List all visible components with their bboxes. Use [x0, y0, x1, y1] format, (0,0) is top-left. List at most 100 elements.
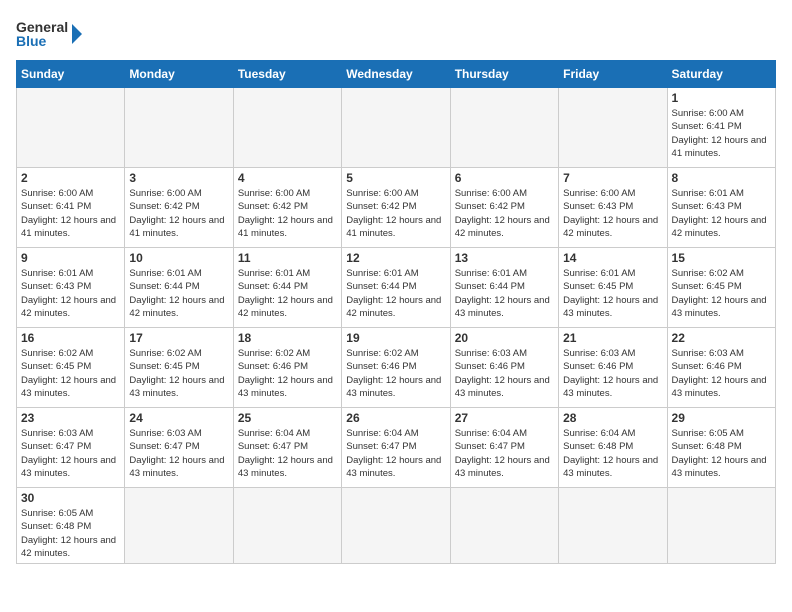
day-number: 15: [672, 251, 771, 265]
day-number: 30: [21, 491, 120, 505]
day-header-wednesday: Wednesday: [342, 61, 450, 88]
calendar-cell: 1Sunrise: 6:00 AMSunset: 6:41 PMDaylight…: [667, 88, 775, 168]
day-info: Sunrise: 6:04 AMSunset: 6:48 PMDaylight:…: [563, 427, 662, 480]
calendar-cell: 16 Sunrise: 6:02 AMSunset: 6:45 PMDayligh…: [17, 328, 125, 408]
calendar-cell: [233, 88, 341, 168]
calendar-cell: 10 Sunrise: 6:01 AMSunset: 6:44 PMDayligh…: [125, 248, 233, 328]
calendar-cell: [559, 88, 667, 168]
calendar-cell: [342, 88, 450, 168]
day-number: 12: [346, 251, 445, 265]
calendar-cell: 11 Sunrise: 6:01 AMSunset: 6:44 PMDayligh…: [233, 248, 341, 328]
day-number: 14: [563, 251, 662, 265]
calendar-cell: 19Sunrise: 6:02 AMSunset: 6:46 PMDayligh…: [342, 328, 450, 408]
day-info: Sunrise: 6:03 AMSunset: 6:46 PMDaylight:…: [455, 347, 554, 400]
day-header-friday: Friday: [559, 61, 667, 88]
calendar-cell: [17, 88, 125, 168]
calendar-cell: [233, 488, 341, 564]
calendar-cell: [667, 488, 775, 564]
day-header-sunday: Sunday: [17, 61, 125, 88]
day-info: Sunrise: 6:02 AMSunset: 6:45 PMDaylight:…: [21, 347, 120, 400]
day-number: 20: [455, 331, 554, 345]
day-number: 8: [672, 171, 771, 185]
week-row-0: 1Sunrise: 6:00 AMSunset: 6:41 PMDaylight…: [17, 88, 776, 168]
day-info: Sunrise: 6:01 AMSunset: 6:43 PMDaylight:…: [21, 267, 120, 320]
day-info: Sunrise: 6:03 AMSunset: 6:47 PMDaylight:…: [21, 427, 120, 480]
calendar-cell: 15Sunrise: 6:02 AMSunset: 6:45 PMDayligh…: [667, 248, 775, 328]
day-info: Sunrise: 6:04 AMSunset: 6:47 PMDaylight:…: [238, 427, 337, 480]
day-info: Sunrise: 6:01 AMSunset: 6:44 PMDaylight:…: [346, 267, 445, 320]
calendar-header: SundayMondayTuesdayWednesdayThursdayFrid…: [17, 61, 776, 88]
day-info: Sunrise: 6:02 AMSunset: 6:45 PMDaylight:…: [129, 347, 228, 400]
logo-svg: GeneralBlue: [16, 16, 86, 52]
day-number: 10: [129, 251, 228, 265]
day-number: 16: [21, 331, 120, 345]
page-header: GeneralBlue: [16, 16, 776, 52]
calendar-cell: 2Sunrise: 6:00 AMSunset: 6:41 PMDaylight…: [17, 168, 125, 248]
calendar-cell: 7 Sunrise: 6:00 AMSunset: 6:43 PMDaylight…: [559, 168, 667, 248]
day-info: Sunrise: 6:03 AMSunset: 6:46 PMDaylight:…: [672, 347, 771, 400]
calendar-cell: 9 Sunrise: 6:01 AMSunset: 6:43 PMDaylight…: [17, 248, 125, 328]
calendar-cell: 22 Sunrise: 6:03 AMSunset: 6:46 PMDayligh…: [667, 328, 775, 408]
calendar-cell: 30 Sunrise: 6:05 AMSunset: 6:48 PMDayligh…: [17, 488, 125, 564]
calendar-cell: 6Sunrise: 6:00 AMSunset: 6:42 PMDaylight…: [450, 168, 558, 248]
week-row-5: 30 Sunrise: 6:05 AMSunset: 6:48 PMDayligh…: [17, 488, 776, 564]
day-info: Sunrise: 6:00 AMSunset: 6:42 PMDaylight:…: [238, 187, 337, 240]
calendar-cell: [125, 488, 233, 564]
day-number: 13: [455, 251, 554, 265]
calendar-body: 1Sunrise: 6:00 AMSunset: 6:41 PMDaylight…: [17, 88, 776, 564]
day-info: Sunrise: 6:01 AMSunset: 6:44 PMDaylight:…: [455, 267, 554, 320]
calendar-cell: 25 Sunrise: 6:04 AMSunset: 6:47 PMDayligh…: [233, 408, 341, 488]
day-info: Sunrise: 6:04 AMSunset: 6:47 PMDaylight:…: [346, 427, 445, 480]
day-info: Sunrise: 6:00 AMSunset: 6:41 PMDaylight:…: [21, 187, 120, 240]
day-number: 25: [238, 411, 337, 425]
day-info: Sunrise: 6:04 AMSunset: 6:47 PMDaylight:…: [455, 427, 554, 480]
day-info: Sunrise: 6:05 AMSunset: 6:48 PMDaylight:…: [672, 427, 771, 480]
week-row-3: 16 Sunrise: 6:02 AMSunset: 6:45 PMDayligh…: [17, 328, 776, 408]
calendar-cell: 29 Sunrise: 6:05 AMSunset: 6:48 PMDayligh…: [667, 408, 775, 488]
logo: GeneralBlue: [16, 16, 86, 52]
day-number: 11: [238, 251, 337, 265]
day-info: Sunrise: 6:00 AMSunset: 6:41 PMDaylight:…: [672, 107, 771, 160]
day-info: Sunrise: 6:00 AMSunset: 6:42 PMDaylight:…: [129, 187, 228, 240]
week-row-1: 2Sunrise: 6:00 AMSunset: 6:41 PMDaylight…: [17, 168, 776, 248]
day-info: Sunrise: 6:01 AMSunset: 6:44 PMDaylight:…: [129, 267, 228, 320]
day-number: 9: [21, 251, 120, 265]
day-number: 27: [455, 411, 554, 425]
day-header-monday: Monday: [125, 61, 233, 88]
days-of-week-row: SundayMondayTuesdayWednesdayThursdayFrid…: [17, 61, 776, 88]
calendar-cell: 18Sunrise: 6:02 AMSunset: 6:46 PMDayligh…: [233, 328, 341, 408]
day-info: Sunrise: 6:02 AMSunset: 6:46 PMDaylight:…: [346, 347, 445, 400]
calendar-cell: 27 Sunrise: 6:04 AMSunset: 6:47 PMDayligh…: [450, 408, 558, 488]
day-info: Sunrise: 6:05 AMSunset: 6:48 PMDaylight:…: [21, 507, 120, 560]
day-number: 23: [21, 411, 120, 425]
calendar-cell: [559, 488, 667, 564]
calendar-cell: [450, 88, 558, 168]
calendar-cell: 12 Sunrise: 6:01 AMSunset: 6:44 PMDayligh…: [342, 248, 450, 328]
calendar-cell: 3 Sunrise: 6:00 AMSunset: 6:42 PMDaylight…: [125, 168, 233, 248]
day-number: 22: [672, 331, 771, 345]
day-info: Sunrise: 6:00 AMSunset: 6:42 PMDaylight:…: [346, 187, 445, 240]
day-number: 21: [563, 331, 662, 345]
day-info: Sunrise: 6:01 AMSunset: 6:45 PMDaylight:…: [563, 267, 662, 320]
day-header-saturday: Saturday: [667, 61, 775, 88]
day-number: 4: [238, 171, 337, 185]
calendar-cell: 28Sunrise: 6:04 AMSunset: 6:48 PMDayligh…: [559, 408, 667, 488]
calendar-cell: 17 Sunrise: 6:02 AMSunset: 6:45 PMDayligh…: [125, 328, 233, 408]
week-row-4: 23 Sunrise: 6:03 AMSunset: 6:47 PMDayligh…: [17, 408, 776, 488]
day-number: 17: [129, 331, 228, 345]
day-number: 7: [563, 171, 662, 185]
calendar-cell: 26Sunrise: 6:04 AMSunset: 6:47 PMDayligh…: [342, 408, 450, 488]
day-info: Sunrise: 6:01 AMSunset: 6:44 PMDaylight:…: [238, 267, 337, 320]
calendar-cell: 5Sunrise: 6:00 AMSunset: 6:42 PMDaylight…: [342, 168, 450, 248]
calendar-cell: 8Sunrise: 6:01 AMSunset: 6:43 PMDaylight…: [667, 168, 775, 248]
day-number: 6: [455, 171, 554, 185]
calendar-cell: [450, 488, 558, 564]
day-info: Sunrise: 6:02 AMSunset: 6:46 PMDaylight:…: [238, 347, 337, 400]
calendar-cell: 14 Sunrise: 6:01 AMSunset: 6:45 PMDayligh…: [559, 248, 667, 328]
calendar-cell: 21Sunrise: 6:03 AMSunset: 6:46 PMDayligh…: [559, 328, 667, 408]
day-header-tuesday: Tuesday: [233, 61, 341, 88]
day-number: 29: [672, 411, 771, 425]
day-info: Sunrise: 6:00 AMSunset: 6:43 PMDaylight:…: [563, 187, 662, 240]
calendar-cell: [125, 88, 233, 168]
day-number: 3: [129, 171, 228, 185]
